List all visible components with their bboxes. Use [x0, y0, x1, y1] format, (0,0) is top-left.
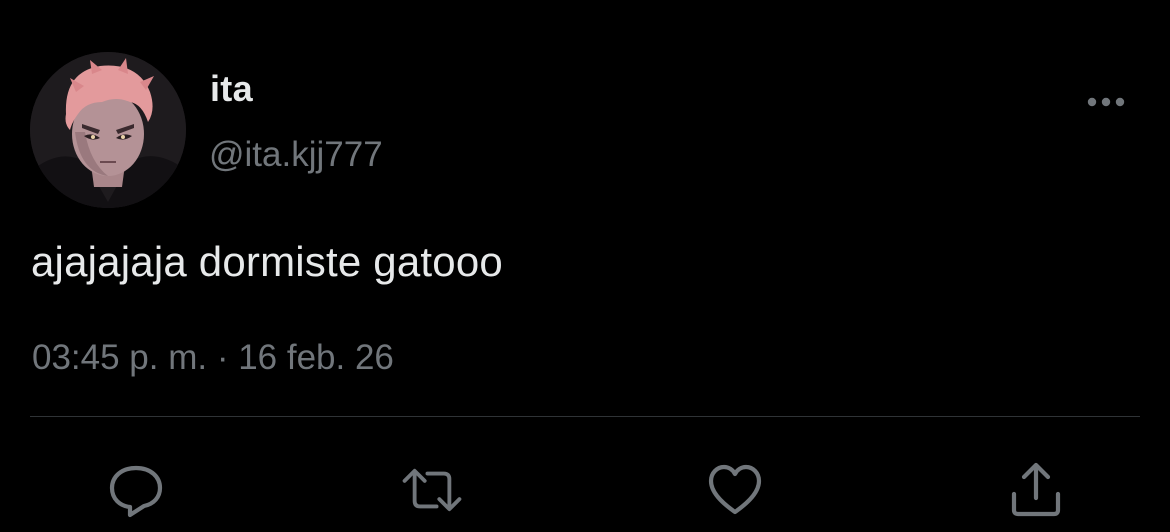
- heart-icon: [708, 464, 762, 515]
- reply-button[interactable]: [104, 460, 168, 520]
- retweet-icon: [402, 468, 462, 512]
- divider: [30, 416, 1140, 417]
- more-options-button[interactable]: [1082, 88, 1130, 116]
- tweet-text: ajajajaja dormiste gatooo: [31, 238, 503, 285]
- tweet-timestamp[interactable]: 03:45 p. m. · 16 feb. 26: [32, 338, 394, 378]
- tweet-card: ita @ita.kjj777 ajajajaja dormiste gatoo…: [0, 0, 1170, 532]
- retweet-button[interactable]: [400, 460, 464, 520]
- avatar[interactable]: [30, 52, 186, 208]
- share-button[interactable]: [1004, 460, 1068, 520]
- avatar-image: [30, 52, 186, 208]
- ellipsis-icon: [1087, 97, 1125, 107]
- display-name[interactable]: ita: [210, 68, 253, 110]
- reply-icon: [109, 465, 163, 518]
- user-handle[interactable]: @ita.kjj777: [209, 135, 383, 175]
- like-button[interactable]: [703, 460, 767, 520]
- share-icon: [1011, 462, 1061, 517]
